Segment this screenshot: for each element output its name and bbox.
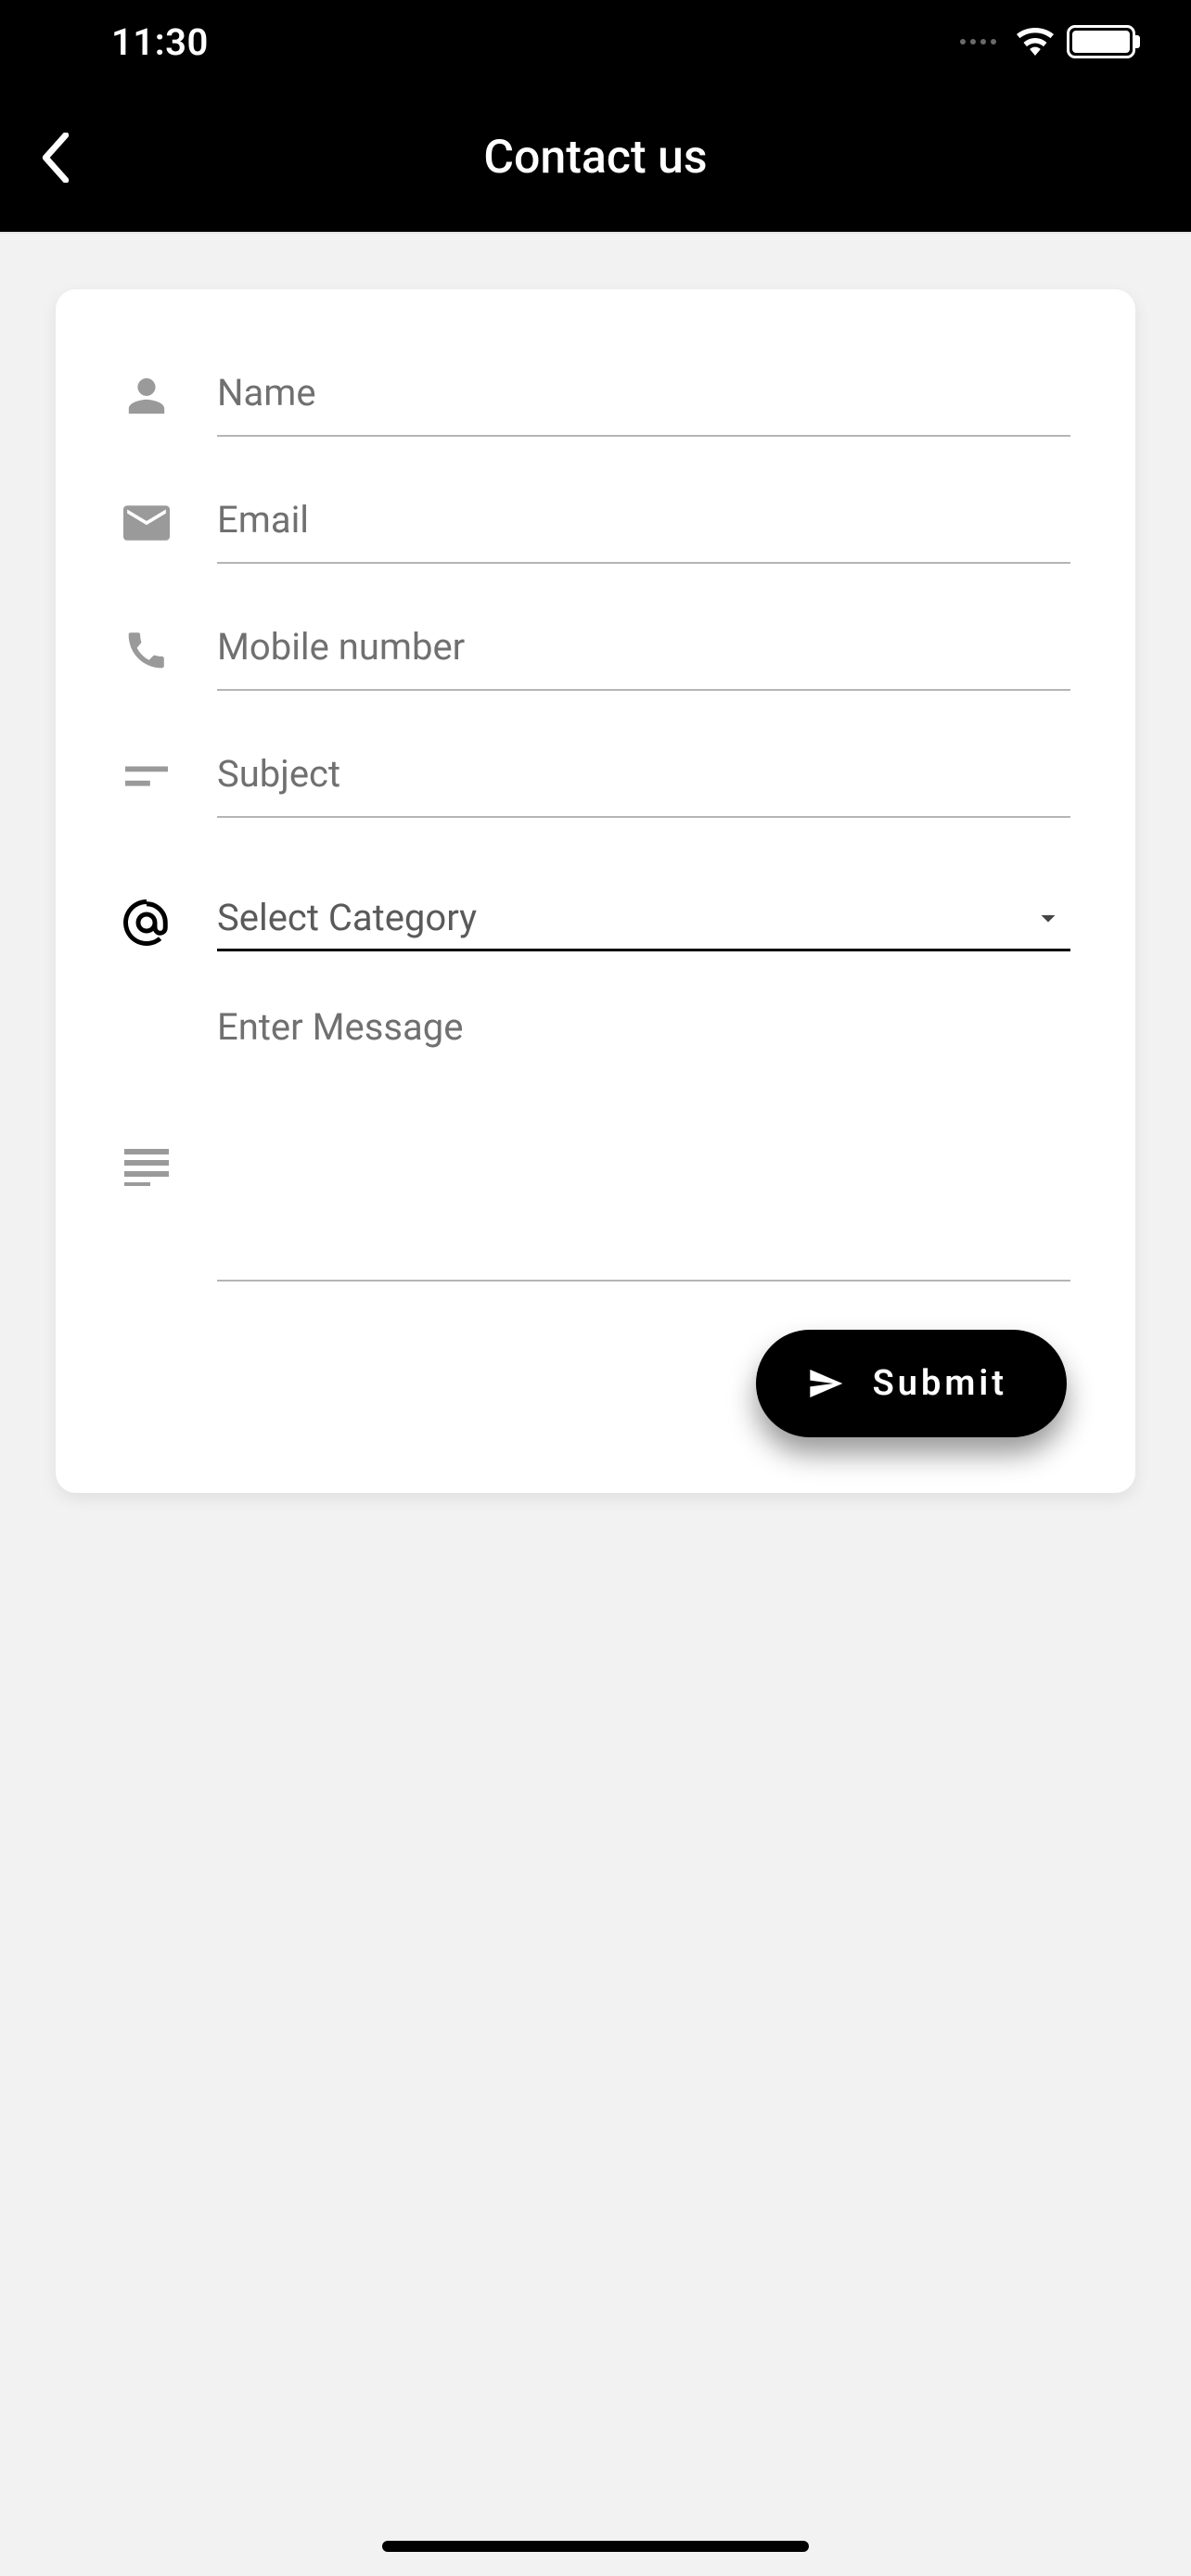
status-bar: 11:30 [0, 0, 1191, 83]
email-input[interactable] [217, 491, 1070, 564]
field-row-subject [121, 745, 1070, 818]
chevron-down-icon [1031, 901, 1065, 935]
chevron-left-icon [40, 133, 71, 183]
email-icon [121, 491, 173, 555]
mobile-input[interactable] [217, 618, 1070, 691]
submit-button-label: Submit [873, 1363, 1007, 1404]
name-input[interactable] [217, 363, 1070, 437]
navbar: Contact us [0, 83, 1191, 232]
header-divider [0, 232, 1191, 234]
status-time: 11:30 [111, 20, 209, 64]
home-indicator [382, 2541, 809, 2552]
message-input[interactable] [217, 1003, 1070, 1282]
field-row-mobile [121, 618, 1070, 691]
at-sign-icon [121, 890, 173, 955]
phone-icon [121, 618, 173, 682]
paragraph-icon [121, 1135, 173, 1200]
category-select-label: Select Category [217, 896, 1031, 939]
field-row-name [121, 363, 1070, 437]
submit-row: Submit [121, 1330, 1067, 1437]
field-row-message [121, 1003, 1070, 1285]
back-button[interactable] [28, 130, 83, 185]
send-icon [804, 1365, 847, 1402]
subject-input[interactable] [217, 745, 1070, 818]
category-select[interactable]: Select Category [217, 890, 1070, 951]
page-title: Contact us [0, 131, 1191, 185]
person-icon [121, 363, 173, 428]
battery-icon [1067, 25, 1135, 58]
cellular-dots-icon [960, 39, 996, 45]
status-right [960, 25, 1135, 58]
wifi-icon [1017, 28, 1054, 56]
short-text-icon [121, 745, 173, 810]
contact-form-card: Select Category Submit [56, 289, 1135, 1493]
field-row-email [121, 491, 1070, 564]
submit-button[interactable]: Submit [756, 1330, 1067, 1437]
field-row-category: Select Category [121, 890, 1070, 955]
